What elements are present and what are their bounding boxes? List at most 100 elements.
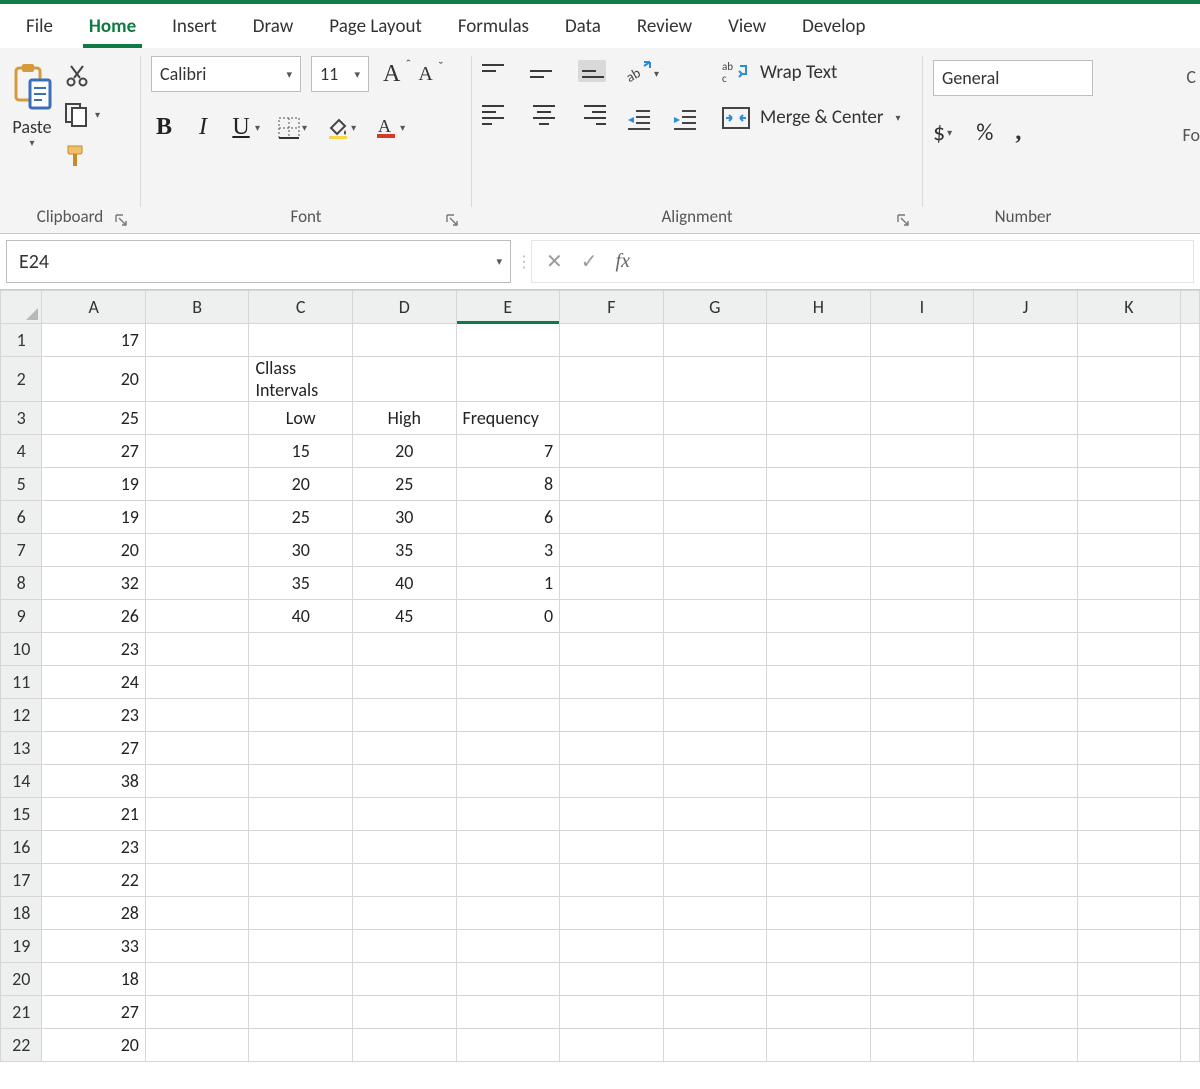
row-header[interactable]: 8: [1, 567, 42, 600]
increase-font-size-button[interactable]: Aˆ: [379, 59, 404, 90]
cell[interactable]: [353, 798, 457, 831]
col-header-A[interactable]: A: [42, 291, 146, 324]
cell[interactable]: 28: [42, 897, 146, 930]
cell[interactable]: [1077, 732, 1181, 765]
align-top-button[interactable]: [482, 60, 510, 82]
cell[interactable]: [353, 897, 457, 930]
cell[interactable]: [767, 1029, 871, 1062]
row-header[interactable]: 19: [1, 930, 42, 963]
cell[interactable]: [1077, 534, 1181, 567]
cell[interactable]: [870, 666, 974, 699]
cell[interactable]: [870, 600, 974, 633]
cell[interactable]: 6: [456, 501, 560, 534]
cell[interactable]: [145, 324, 249, 357]
cell[interactable]: [560, 402, 664, 435]
enter-formula-button[interactable]: ✓: [581, 249, 598, 274]
cell[interactable]: [560, 1029, 664, 1062]
cell[interactable]: [249, 666, 353, 699]
cell[interactable]: [560, 435, 664, 468]
chevron-down-icon[interactable]: ▾: [945, 126, 954, 139]
cell[interactable]: [870, 534, 974, 567]
cell[interactable]: 15: [249, 435, 353, 468]
cell[interactable]: [767, 765, 871, 798]
cell[interactable]: [456, 666, 560, 699]
cell[interactable]: [870, 501, 974, 534]
cell[interactable]: [456, 996, 560, 1029]
cell[interactable]: 25: [353, 468, 457, 501]
cell[interactable]: [974, 930, 1078, 963]
chevron-down-icon[interactable]: ▾: [652, 67, 661, 80]
cell[interactable]: Cllass Intervals: [249, 357, 353, 402]
cell[interactable]: [145, 402, 249, 435]
cell[interactable]: [353, 765, 457, 798]
tab-review[interactable]: Review: [619, 7, 710, 48]
font-color-button[interactable]: A ▾: [374, 116, 407, 140]
cell[interactable]: 30: [249, 534, 353, 567]
cell[interactable]: [663, 501, 767, 534]
cell[interactable]: [974, 402, 1078, 435]
select-all-corner[interactable]: [1, 291, 42, 324]
tab-insert[interactable]: Insert: [154, 7, 235, 48]
cell[interactable]: [767, 996, 871, 1029]
tab-file[interactable]: File: [8, 7, 71, 48]
align-left-button[interactable]: [482, 104, 510, 126]
tab-formulas[interactable]: Formulas: [440, 7, 547, 48]
cell[interactable]: [560, 699, 664, 732]
row-header[interactable]: 11: [1, 666, 42, 699]
tab-pagelayout[interactable]: Page Layout: [311, 7, 440, 48]
chevron-down-icon[interactable]: ▾: [253, 121, 262, 134]
col-header-H[interactable]: H: [767, 291, 871, 324]
row-header[interactable]: 1: [1, 324, 42, 357]
cell[interactable]: [353, 864, 457, 897]
cell[interactable]: [870, 1029, 974, 1062]
chevron-down-icon[interactable]: ▾: [93, 108, 102, 121]
cell[interactable]: [974, 468, 1078, 501]
tab-developer[interactable]: Develop: [784, 7, 883, 48]
cell[interactable]: [249, 996, 353, 1029]
cell[interactable]: [249, 633, 353, 666]
col-header-F[interactable]: F: [560, 291, 664, 324]
cell[interactable]: [560, 831, 664, 864]
cell[interactable]: [767, 534, 871, 567]
cell[interactable]: [767, 831, 871, 864]
cell[interactable]: [1077, 633, 1181, 666]
cell[interactable]: [353, 930, 457, 963]
cell[interactable]: [974, 567, 1078, 600]
cell[interactable]: [145, 435, 249, 468]
cell[interactable]: 38: [42, 765, 146, 798]
align-center-button[interactable]: [530, 104, 558, 126]
cell[interactable]: [767, 666, 871, 699]
cell[interactable]: [974, 699, 1078, 732]
orientation-button[interactable]: ab ▾: [626, 60, 661, 86]
cell[interactable]: [870, 963, 974, 996]
cell[interactable]: [456, 633, 560, 666]
cell[interactable]: [249, 897, 353, 930]
cell[interactable]: [560, 468, 664, 501]
cell[interactable]: 35: [353, 534, 457, 567]
number-format-dropdown[interactable]: General: [933, 60, 1093, 96]
cell[interactable]: [767, 963, 871, 996]
row-header[interactable]: 14: [1, 765, 42, 798]
cell[interactable]: 40: [249, 600, 353, 633]
merge-center-button[interactable]: Merge & Center ▾: [722, 106, 903, 129]
wrap-text-button[interactable]: abc Wrap Text: [722, 60, 903, 84]
cell[interactable]: 21: [42, 798, 146, 831]
cell[interactable]: Low: [249, 402, 353, 435]
copy-button[interactable]: ▾: [64, 102, 90, 128]
cell[interactable]: 20: [42, 534, 146, 567]
underline-button[interactable]: U: [229, 114, 253, 141]
cell[interactable]: 25: [42, 402, 146, 435]
cell[interactable]: [663, 633, 767, 666]
cell[interactable]: [663, 963, 767, 996]
cell[interactable]: [663, 435, 767, 468]
cell[interactable]: [353, 357, 457, 402]
cell[interactable]: 20: [42, 1029, 146, 1062]
cell[interactable]: [663, 324, 767, 357]
row-header[interactable]: 2: [1, 357, 42, 402]
col-header-G[interactable]: G: [663, 291, 767, 324]
cell[interactable]: [560, 996, 664, 1029]
cell[interactable]: [1077, 798, 1181, 831]
cell[interactable]: [145, 633, 249, 666]
cell[interactable]: [1077, 357, 1181, 402]
cell[interactable]: [974, 831, 1078, 864]
